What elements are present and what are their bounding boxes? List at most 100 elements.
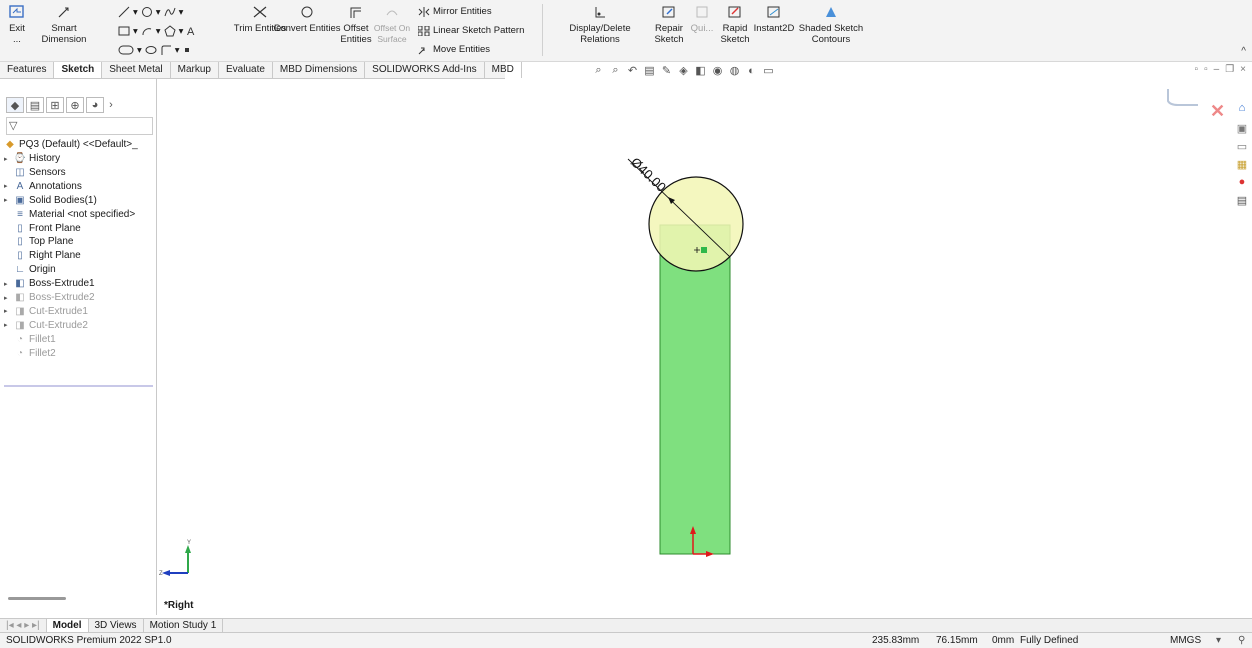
hide-show-icon[interactable]: ◉ (711, 64, 724, 77)
panel-scrollbar[interactable] (8, 597, 66, 600)
view-settings-icon[interactable]: ▭ (762, 64, 775, 77)
convert-entities-button[interactable]: Convert Entities (272, 3, 342, 34)
expand-arrow-icon[interactable]: ▸ (4, 321, 14, 329)
offset-entities-button[interactable]: Offset Entities (340, 3, 372, 45)
collapse-ribbon-icon[interactable]: ^ (1241, 46, 1246, 57)
dimxpert-icon[interactable]: ⊕ (66, 97, 84, 113)
tree-item-material-not-specified[interactable]: ≡ Material <not specified> (4, 208, 135, 221)
extruded-body[interactable] (659, 224, 731, 555)
tree-node-icon: ▯ (17, 222, 23, 234)
restore-icon[interactable]: ❐ (1225, 64, 1234, 75)
tab-sheet-metal[interactable]: Sheet Metal (102, 62, 171, 78)
tab-mbd[interactable]: MBD (485, 62, 522, 78)
expand-arrow-icon[interactable]: ▸ (4, 280, 14, 288)
tab-model[interactable]: Model (46, 619, 89, 632)
tab-markup[interactable]: Markup (171, 62, 219, 78)
tile-icon[interactable]: ▫ (1195, 64, 1199, 75)
tree-item-annotations[interactable]: ▸ A Annotations (4, 180, 82, 193)
tab-evaluate[interactable]: Evaluate (219, 62, 273, 78)
appearances-icon[interactable]: ● (1235, 175, 1249, 189)
confirmation-corner[interactable] (1167, 89, 1198, 106)
view-orientation-icon[interactable]: ◈ (677, 64, 690, 77)
expand-arrow-icon[interactable]: ▸ (4, 182, 14, 190)
quick-snaps-button[interactable]: Qui... (690, 3, 714, 34)
rectangle-tool[interactable]: ▾ ▾ ▾ A (118, 25, 198, 37)
text-icon: A (187, 26, 195, 37)
linear-pattern-button[interactable]: Linear Sketch Pattern (418, 25, 524, 36)
unit-system[interactable]: MMGS (1170, 635, 1201, 646)
offset-on-surface-button[interactable]: Offset On Surface (374, 3, 410, 45)
tab-sketch[interactable]: Sketch (54, 62, 103, 78)
instant2d-button[interactable]: Instant2D (752, 3, 796, 34)
tab-3d-views[interactable]: 3D Views (89, 619, 144, 632)
edit-appearance-icon[interactable]: ◍ (728, 64, 741, 77)
previous-view-icon[interactable]: ↶ (626, 64, 639, 77)
rollback-bar[interactable] (4, 385, 153, 387)
tab-solidworks-addins[interactable]: SOLIDWORKS Add-Ins (365, 62, 485, 78)
dynamic-annotation-icon[interactable]: ✎ (660, 64, 673, 77)
tree-item-front-plane[interactable]: ▯ Front Plane (4, 222, 80, 235)
tab-mbd-dimensions[interactable]: MBD Dimensions (273, 62, 366, 78)
feature-manager-panel: ◆ ▤ ⊞ ⊕ ◕ › ▽ ◆ PQ3 (Default) <<Default>… (0, 79, 157, 615)
help-icon[interactable]: ⚲ (1238, 635, 1245, 646)
zoom-to-fit-icon[interactable]: ⌕ (592, 64, 605, 77)
tree-item-fillet1[interactable]: ◔ Fillet1 (4, 333, 56, 346)
expand-arrow-icon[interactable]: ▸ (4, 294, 14, 302)
part-icon: ◆ (6, 139, 14, 150)
tree-item-fillet2[interactable]: ◔ Fillet2 (4, 347, 56, 360)
tree-item-solid-bodies-1[interactable]: ▸ ▣ Solid Bodies(1) (4, 194, 97, 207)
diameter-dimension[interactable]: Ø40.00 (628, 154, 669, 194)
expand-arrow-icon[interactable]: ▸ (4, 196, 14, 204)
configuration-manager-icon[interactable]: ⊞ (46, 97, 64, 113)
view-palette-icon[interactable]: ▦ (1235, 157, 1249, 171)
property-manager-icon[interactable]: ▤ (26, 97, 44, 113)
tree-item-right-plane[interactable]: ▯ Right Plane (4, 249, 80, 262)
expand-arrow-icon[interactable]: ▸ (4, 155, 14, 163)
tab-nav-arrows-icon[interactable]: |◂ ◂ ▸ ▸| (0, 619, 47, 632)
file-explorer-icon[interactable]: ▭ (1235, 139, 1249, 153)
close-icon[interactable]: × (1240, 64, 1246, 75)
feature-manager-icon[interactable]: ◆ (6, 97, 24, 113)
repair-sketch-button[interactable]: Repair Sketch (652, 3, 686, 45)
tree-item-origin[interactable]: ∟ Origin (4, 263, 56, 276)
exit-sketch-button[interactable]: Exit ... (4, 3, 30, 45)
design-library-icon[interactable]: ▣ (1235, 121, 1249, 135)
tree-root[interactable]: ◆ PQ3 (Default) <<Default>_ (4, 138, 138, 151)
custom-properties-icon[interactable]: ▤ (1235, 193, 1249, 207)
display-style-icon[interactable]: ◧ (694, 64, 707, 77)
section-view-icon[interactable]: ▤ (643, 64, 656, 77)
display-manager-icon[interactable]: ◕ (86, 97, 104, 113)
tree-item-history[interactable]: ▸ ⌚ History (4, 152, 60, 165)
exit-sketch-icon (8, 3, 26, 21)
status-z-coord: 0mm (992, 635, 1015, 646)
graphics-area[interactable]: Ø40.00 Y Z ✕ *Right ⌂ ▣ ▭ ▦ ● ▤ (158, 79, 1252, 615)
tree-item-boss-extrude2[interactable]: ▸ ◧ Boss-Extrude2 (4, 291, 95, 304)
tab-features[interactable]: Features (0, 62, 55, 78)
tree-item-cut-extrude2[interactable]: ▸ ◨ Cut-Extrude2 (4, 319, 88, 332)
tile2-icon[interactable]: ▫ (1204, 64, 1208, 75)
tree-item-top-plane[interactable]: ▯ Top Plane (4, 235, 73, 248)
tab-motion-study[interactable]: Motion Study 1 (144, 619, 224, 632)
line-tool[interactable]: ▾ ▾ ▾ (118, 6, 183, 18)
arc-icon (142, 28, 151, 36)
panel-more-icon[interactable]: › (106, 97, 116, 113)
smart-dimension-button[interactable]: Smart Dimension (34, 3, 94, 45)
cancel-sketch-icon[interactable]: ✕ (1210, 101, 1225, 121)
tree-item-sensors[interactable]: ◫ Sensors (4, 166, 65, 179)
slot-tool[interactable]: ▾ ▾ (118, 44, 191, 56)
apply-scene-icon[interactable]: ◐ (745, 64, 758, 77)
expand-arrow-icon[interactable]: ▸ (4, 307, 14, 315)
zoom-area-icon[interactable]: ⌕ (609, 64, 622, 77)
minimize-icon[interactable]: – (1214, 64, 1220, 75)
tree-item-boss-extrude1[interactable]: ▸ ◧ Boss-Extrude1 (4, 277, 95, 290)
shaded-sketch-contours-button[interactable]: Shaded Sketch Contours (798, 3, 864, 45)
display-delete-relations-button[interactable]: Display/Delete Relations (550, 3, 650, 45)
home-icon[interactable]: ⌂ (1235, 101, 1249, 115)
move-entities-button[interactable]: Move Entities (418, 44, 490, 55)
mirror-entities-button[interactable]: Mirror Entities (418, 6, 492, 17)
circle-center-point[interactable] (701, 247, 707, 253)
unit-dropdown-icon[interactable]: ▾ (1216, 635, 1221, 646)
rapid-sketch-button[interactable]: Rapid Sketch (720, 3, 750, 45)
filter-box[interactable]: ▽ (6, 117, 153, 135)
tree-item-cut-extrude1[interactable]: ▸ ◨ Cut-Extrude1 (4, 305, 88, 318)
